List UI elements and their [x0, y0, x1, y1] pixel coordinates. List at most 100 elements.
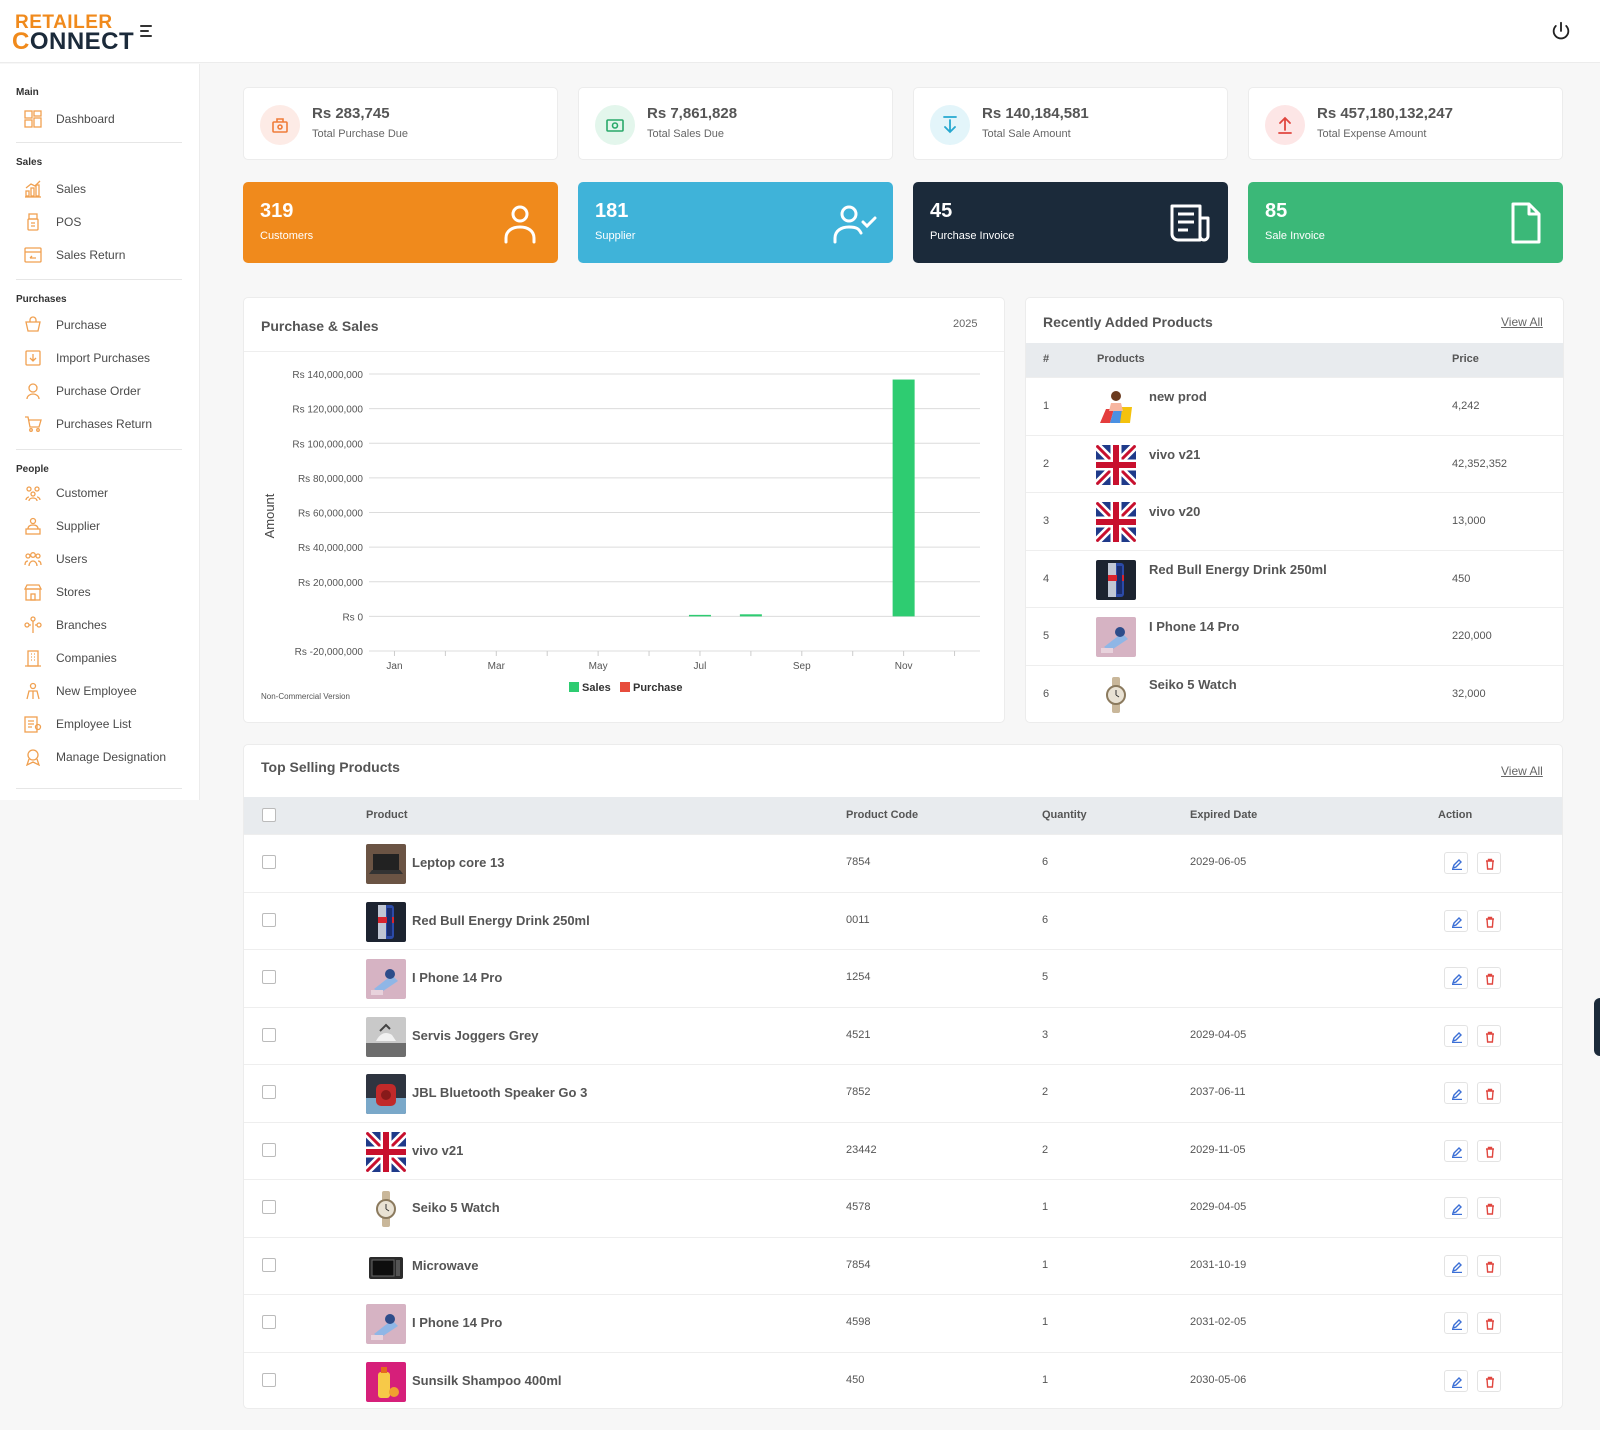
top-selling-title: Top Selling Products — [261, 759, 400, 775]
delete-button[interactable] — [1477, 1139, 1501, 1162]
sidebar-item-import-purchases[interactable]: Import Purchases — [0, 343, 195, 373]
sidebar-item-sales[interactable]: Sales — [0, 174, 195, 204]
row-checkbox[interactable] — [262, 1027, 276, 1042]
row-checkbox[interactable] — [262, 855, 276, 869]
edit-button[interactable] — [1444, 1197, 1468, 1219]
recent-product-row[interactable]: 4 Red Bull Energy Drink 250ml 450 — [1026, 549, 1563, 607]
product-name[interactable]: vivo v20 — [1149, 504, 1200, 519]
recent-view-all-link[interactable]: View All — [1501, 315, 1543, 329]
sidebar-item-purchase-order[interactable]: Purchase Order — [0, 376, 195, 406]
product-name[interactable]: Red Bull Energy Drink 250ml — [412, 913, 590, 928]
col-header-product-code: Product Code — [846, 809, 919, 821]
product-name[interactable]: Sunsilk Shampoo 400ml — [412, 1373, 562, 1388]
row-checkbox[interactable] — [262, 1315, 276, 1329]
sidebar-label: Customer — [56, 486, 109, 500]
row-checkbox[interactable] — [262, 970, 276, 984]
recent-product-row[interactable]: 2 vivo v21 42,352,352 — [1026, 434, 1563, 492]
recent-product-row[interactable]: 5 I Phone 14 Pro 220,000 — [1026, 607, 1563, 664]
sidebar-item-new-employee[interactable]: New Employee — [0, 676, 195, 706]
delete-button[interactable] — [1477, 1254, 1501, 1277]
legend-label: Sales — [582, 682, 611, 694]
chart-x-tick-label: May — [589, 661, 608, 672]
sidebar-item-employee-list[interactable]: Employee List — [0, 709, 195, 739]
pencil-icon — [1451, 1089, 1462, 1100]
top-view-all-link[interactable]: View All — [1501, 764, 1543, 778]
sidebar-item-stores[interactable]: Stores — [0, 577, 195, 607]
product-name[interactable]: Servis Joggers Grey — [412, 1028, 538, 1043]
card-customers[interactable]: 319 Customers — [243, 182, 558, 263]
sidebar-section-main: Main — [16, 87, 39, 98]
edit-button[interactable] — [1444, 1139, 1468, 1162]
product-name[interactable]: I Phone 14 Pro — [412, 1315, 502, 1330]
sidebar-item-customer[interactable]: Customer — [0, 478, 195, 508]
sidebar-item-purchases-return[interactable]: Purchases Return — [0, 409, 195, 439]
sidebar-item-pos[interactable]: POS — [0, 207, 195, 237]
row-index: 3 — [1043, 515, 1050, 527]
edit-button[interactable] — [1444, 967, 1468, 989]
card-supplier[interactable]: 181 Supplier — [578, 182, 893, 263]
recent-product-row[interactable]: 3 vivo v20 13,000 — [1026, 492, 1563, 549]
sidebar-item-branches[interactable]: Branches — [0, 610, 195, 640]
designation-icon — [25, 749, 41, 766]
product-name[interactable]: vivo v21 — [1149, 447, 1200, 462]
delete-button[interactable] — [1477, 1312, 1501, 1334]
chart-x-tick-label: Jul — [694, 661, 707, 672]
retailer-connect-logo[interactable]: RETAILER CONNECT — [12, 12, 134, 55]
sidebar-label: Users — [56, 552, 88, 566]
chart-year[interactable]: 2025 — [953, 318, 977, 330]
row-checkbox[interactable] — [262, 1142, 276, 1157]
delete-button[interactable] — [1477, 1197, 1501, 1219]
sidebar-item-manage-designation[interactable]: Manage Designation — [0, 742, 195, 772]
delete-button[interactable] — [1477, 1082, 1501, 1104]
delete-button[interactable] — [1477, 1024, 1501, 1047]
product-thumbnail — [1096, 387, 1136, 427]
trash-icon — [1486, 1318, 1494, 1330]
row-checkbox[interactable] — [262, 912, 276, 927]
sidebar-item-dashboard[interactable]: Dashboard — [0, 104, 195, 134]
edit-button[interactable] — [1444, 1082, 1468, 1104]
delete-button[interactable] — [1477, 909, 1501, 932]
recent-product-row[interactable]: 6 Seiko 5 Watch 32,000 — [1026, 664, 1563, 722]
edit-button[interactable] — [1444, 1312, 1468, 1334]
delete-button[interactable] — [1477, 1369, 1501, 1392]
trash-icon — [1486, 916, 1494, 928]
cart-return-icon — [25, 416, 42, 432]
sidebar-item-purchase[interactable]: Purchase — [0, 310, 195, 340]
side-drawer-tab[interactable] — [1594, 998, 1600, 1056]
sidebar-item-supplier[interactable]: Supplier — [0, 511, 195, 541]
edit-button[interactable] — [1444, 1369, 1468, 1392]
sidebar-section-purchases: Purchases — [16, 294, 67, 305]
delete-button[interactable] — [1477, 852, 1501, 874]
trash-icon — [1486, 858, 1494, 870]
edit-button[interactable] — [1444, 1024, 1468, 1047]
product-name[interactable]: Seiko 5 Watch — [1149, 677, 1237, 692]
sidebar-item-users[interactable]: Users — [0, 544, 195, 574]
divider — [16, 142, 182, 143]
row-checkbox[interactable] — [262, 1200, 276, 1214]
recent-product-row[interactable]: 1 new prod 4,242 — [1026, 377, 1563, 434]
product-name[interactable]: vivo v21 — [412, 1143, 463, 1158]
row-checkbox[interactable] — [262, 1257, 276, 1272]
product-name[interactable]: Microwave — [412, 1258, 478, 1273]
product-name[interactable]: I Phone 14 Pro — [1149, 619, 1239, 634]
select-all-checkbox[interactable] — [262, 808, 276, 822]
card-sale-invoice[interactable]: 85 Sale Invoice — [1248, 182, 1563, 263]
row-checkbox[interactable] — [262, 1085, 276, 1099]
product-name[interactable]: Seiko 5 Watch — [412, 1200, 500, 1215]
sidebar-item-sales-return[interactable]: Sales Return — [0, 240, 195, 270]
chart-y-tick-label: Rs 60,000,000 — [298, 509, 363, 520]
edit-button[interactable] — [1444, 909, 1468, 932]
card-purchase-invoice[interactable]: 45 Purchase Invoice — [913, 182, 1228, 263]
power-icon[interactable] — [1550, 20, 1572, 42]
delete-button[interactable] — [1477, 967, 1501, 989]
edit-button[interactable] — [1444, 852, 1468, 874]
row-checkbox[interactable] — [262, 1372, 276, 1387]
product-name[interactable]: JBL Bluetooth Speaker Go 3 — [412, 1085, 587, 1100]
product-name[interactable]: Leptop core 13 — [412, 855, 504, 870]
product-name[interactable]: new prod — [1149, 389, 1207, 404]
edit-button[interactable] — [1444, 1254, 1468, 1277]
product-name[interactable]: Red Bull Energy Drink 250ml — [1149, 562, 1327, 577]
product-name[interactable]: I Phone 14 Pro — [412, 970, 502, 985]
menu-toggle-icon[interactable] — [140, 24, 154, 38]
sidebar-item-companies[interactable]: Companies — [0, 643, 195, 673]
